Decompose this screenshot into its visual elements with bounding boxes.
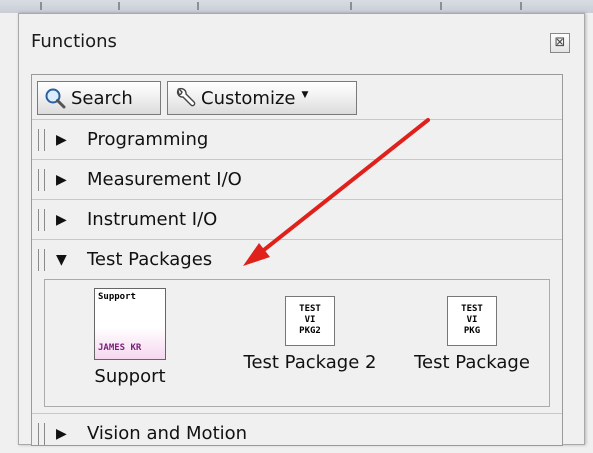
expand-arrow-icon[interactable]: ▶ xyxy=(56,132,67,148)
grip-handle[interactable] xyxy=(38,249,45,271)
category-test-packages[interactable]: ▼ Test Packages xyxy=(32,239,562,279)
search-label: Search xyxy=(71,87,133,109)
category-label: Instrument I/O xyxy=(87,209,218,230)
category-measurement-io[interactable]: ▶ Measurement I/O xyxy=(32,159,562,199)
support-vi-icon[interactable]: Support JAMES KR xyxy=(94,288,166,360)
icon-text: Support xyxy=(98,292,136,302)
chevron-down-icon: ▼ xyxy=(301,90,309,100)
test-vi-icon[interactable]: TEST VI PKG xyxy=(447,296,497,346)
grip-handle[interactable] xyxy=(38,129,45,151)
category-label: Measurement I/O xyxy=(87,169,242,190)
close-icon: ⊠ xyxy=(554,35,566,50)
background-window-strip xyxy=(0,0,593,13)
category-list: ▶ Programming ▶ Measurement I/O ▶ Instru… xyxy=(32,119,562,453)
palette-title: Functions xyxy=(31,31,117,52)
category-label: Vision and Motion xyxy=(87,423,248,444)
icon-text: VI xyxy=(466,315,478,325)
vi-label: Test Package 2 xyxy=(243,352,377,373)
customize-button[interactable]: Customize ▼ xyxy=(167,81,357,115)
collapse-arrow-icon[interactable]: ▼ xyxy=(56,252,67,268)
category-programming[interactable]: ▶ Programming xyxy=(32,119,562,159)
search-icon xyxy=(44,87,66,109)
category-label: Programming xyxy=(87,129,209,150)
palette-toolbar: Search Customize ▼ xyxy=(37,81,357,115)
expand-arrow-icon[interactable]: ▶ xyxy=(56,212,67,228)
customize-label: Customize xyxy=(201,87,296,109)
expand-arrow-icon[interactable]: ▶ xyxy=(56,426,67,442)
category-vision-and-motion[interactable]: ▶ Vision and Motion xyxy=(32,413,562,453)
palette-panel: Search Customize ▼ ▶ Programming ▶ Measu… xyxy=(31,74,563,446)
icon-text: PKG xyxy=(463,326,481,336)
category-label: Test Packages xyxy=(87,249,213,270)
functions-palette: Functions ⊠ Search Customize ▼ ▶ Program… xyxy=(18,13,585,446)
icon-text: TEST xyxy=(299,304,321,314)
wrench-icon xyxy=(174,87,196,109)
icon-text: VI xyxy=(304,315,316,325)
grip-handle[interactable] xyxy=(38,423,45,445)
vi-support[interactable]: Support JAMES KR Support xyxy=(85,288,175,387)
icon-text: JAMES KR xyxy=(98,343,142,353)
vi-label: Support xyxy=(94,366,166,387)
grip-handle[interactable] xyxy=(38,169,45,191)
icon-text: PKG2 xyxy=(299,326,321,336)
vi-test-package-2[interactable]: TEST VI PKG2 Test Package 2 xyxy=(235,288,385,373)
test-vi-icon[interactable]: TEST VI PKG2 xyxy=(285,296,335,346)
test-packages-subpalette: Support JAMES KR Support TEST VI PKG2 Te… xyxy=(44,279,550,407)
grip-handle[interactable] xyxy=(38,209,45,231)
vi-label: Test Package xyxy=(414,352,530,373)
icon-text: TEST xyxy=(461,304,483,314)
category-instrument-io[interactable]: ▶ Instrument I/O xyxy=(32,199,562,239)
search-button[interactable]: Search xyxy=(37,81,161,115)
close-button[interactable]: ⊠ xyxy=(550,33,570,53)
vi-test-package[interactable]: TEST VI PKG Test Package xyxy=(397,288,547,373)
expand-arrow-icon[interactable]: ▶ xyxy=(56,172,67,188)
